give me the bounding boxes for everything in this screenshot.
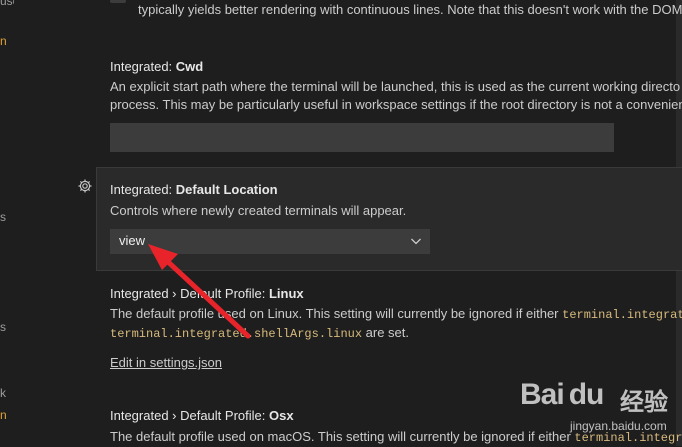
profile-linux-description-line2: terminal.integrated.shellArgs.linux are … xyxy=(110,324,409,343)
nav-fragment-3[interactable]: s xyxy=(0,320,6,334)
edit-in-settings-json-link[interactable]: Edit in settings.json xyxy=(110,355,222,370)
profile-osx-name: Osx xyxy=(268,408,294,423)
nav-fragment-5[interactable]: n xyxy=(0,408,7,422)
default-location-category: Integrated: xyxy=(110,182,176,197)
left-navigation: used n s s k n xyxy=(0,0,14,446)
cwd-input[interactable] xyxy=(110,123,614,152)
default-location-description: Controls where newly created terminals w… xyxy=(110,203,407,218)
profile-linux-desc-suffix: are set. xyxy=(362,325,410,340)
watermark-chinese-text: 经验 xyxy=(620,389,668,416)
profile-osx-title: Integrated › Default Profile: Osx xyxy=(110,407,294,425)
profile-linux-code-ref-1: terminal.integrat xyxy=(562,308,682,322)
default-location-selected-value: view xyxy=(119,233,146,248)
default-location-select[interactable]: view xyxy=(110,229,430,254)
profile-linux-description-line1: The default profile used on Linux. This … xyxy=(110,305,682,324)
profile-linux-name: Linux xyxy=(268,286,304,301)
cwd-description-line2: process. This may be particularly useful… xyxy=(110,97,682,112)
profile-linux-category: Integrated › Default Profile: xyxy=(110,286,269,301)
setting-checkbox[interactable] xyxy=(110,0,126,3)
cwd-setting-title: Integrated: Cwd xyxy=(110,58,203,76)
gear-icon[interactable] xyxy=(77,178,93,194)
chevron-down-icon xyxy=(411,238,421,245)
profile-linux-title: Integrated › Default Profile: Linux xyxy=(110,285,304,303)
nav-fragment-2[interactable]: s xyxy=(0,210,6,224)
nav-fragment-4[interactable]: k xyxy=(0,386,6,400)
profile-osx-desc-prefix: The default profile used on macOS. This … xyxy=(110,429,575,444)
cwd-description-line1: An explicit start path where the termina… xyxy=(110,79,681,94)
default-location-name: Default Location xyxy=(175,182,278,197)
top-setting-description: typically yields better rendering with c… xyxy=(138,2,682,17)
profile-linux-desc-prefix: The default profile used on Linux. This … xyxy=(110,306,563,321)
watermark-url: jingyan.baidu.com xyxy=(570,419,667,433)
profile-osx-category: Integrated › Default Profile: xyxy=(110,408,269,423)
nav-fragment-1[interactable]: n xyxy=(0,34,7,48)
baidu-jingyan-watermark: Bai du 经验 jingyan.baidu.com xyxy=(520,378,682,444)
cwd-name: Cwd xyxy=(175,59,204,74)
watermark-logo: Bai du xyxy=(520,378,604,411)
nav-fragment-0[interactable]: used xyxy=(0,0,14,8)
profile-linux-code-ref-2: terminal.integrated.shellArgs.linux xyxy=(110,327,363,341)
cwd-category: Integrated: xyxy=(110,59,176,74)
default-location-title: Integrated: Default Location xyxy=(110,181,278,199)
